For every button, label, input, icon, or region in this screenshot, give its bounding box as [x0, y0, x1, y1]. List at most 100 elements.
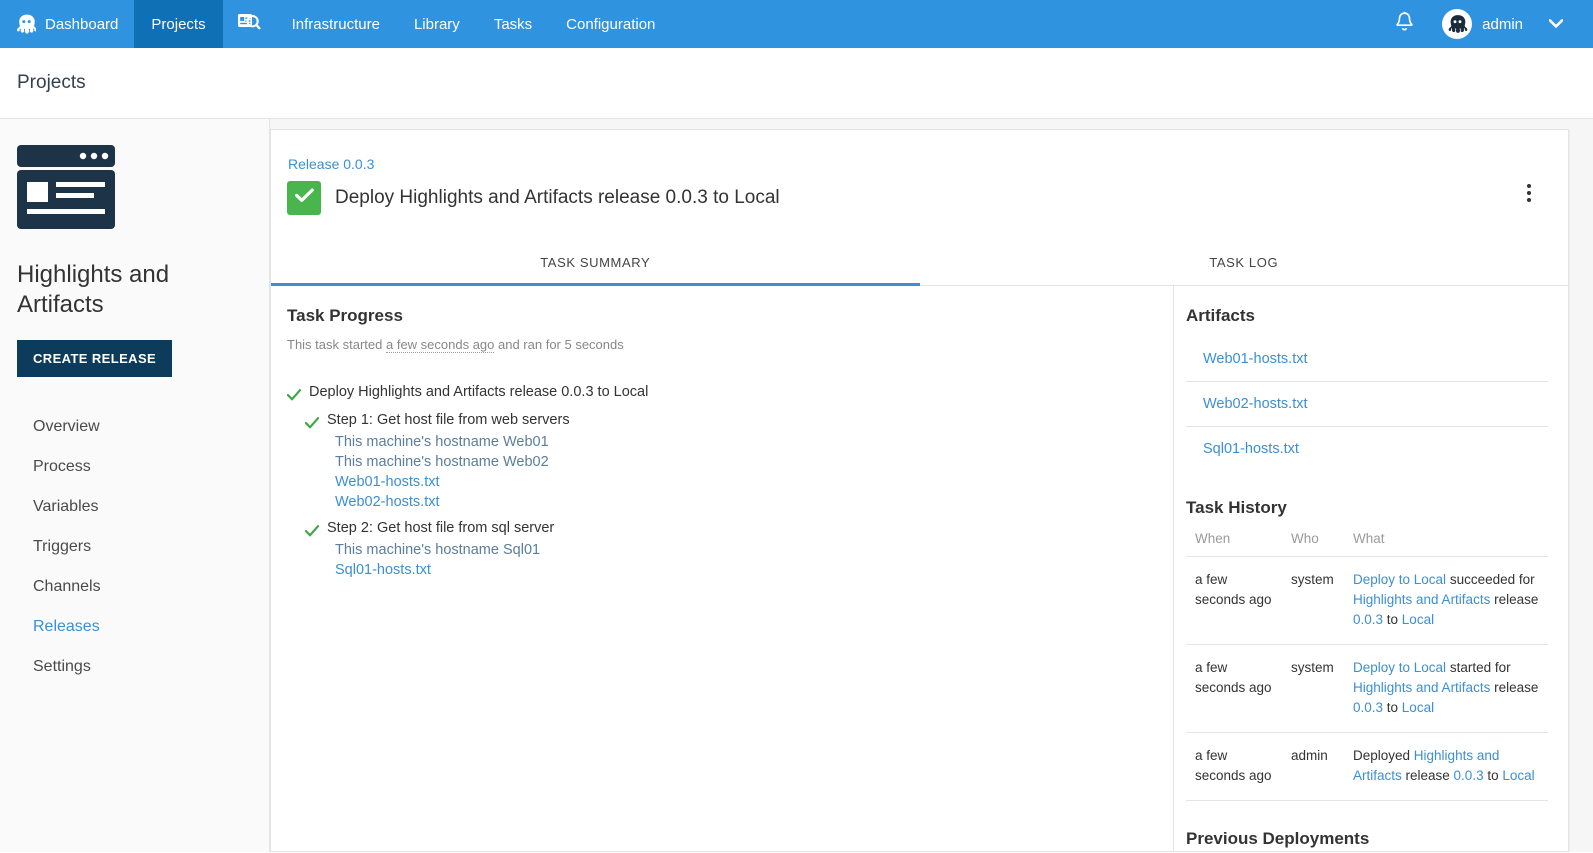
artifact-link-label[interactable]: Sql01-hosts.txt	[1203, 441, 1299, 457]
create-release-button[interactable]: CREATE RELEASE	[17, 340, 172, 377]
task-card: Release 0.0.3 Deploy Highlights and Arti…	[270, 129, 1569, 852]
task-panes: Task Progress This task started a few se…	[271, 286, 1568, 851]
nav-item-tasks[interactable]: Tasks	[477, 0, 549, 48]
previous-deployments-heading: Previous Deployments	[1186, 829, 1548, 849]
tab-task-summary[interactable]: TASK SUMMARY	[271, 241, 920, 285]
nav-item-dashboard[interactable]: Dashboard	[0, 0, 134, 48]
tree-row[interactable]: Deploy Highlights and Artifacts release …	[287, 381, 1153, 404]
sidebar-item-process[interactable]: Process	[17, 447, 269, 487]
artifact-inline-link[interactable]: Web01-hosts.txt	[335, 472, 1153, 492]
table-header-row: When Who What	[1186, 524, 1548, 557]
status-badge	[287, 181, 321, 215]
tree-row-label: Deploy Highlights and Artifacts release …	[309, 381, 648, 404]
avatar	[1442, 9, 1472, 39]
step-messages: This machine's hostname Web01 This machi…	[335, 432, 1153, 512]
history-text: to	[1383, 612, 1402, 627]
sidebar-item-triggers[interactable]: Triggers	[17, 527, 269, 567]
history-link[interactable]: Local	[1502, 768, 1534, 783]
task-progress-pane: Task Progress This task started a few se…	[271, 286, 1174, 851]
step-messages: This machine's hostname Sql01 Sql01-host…	[335, 540, 1153, 580]
table-row: a few seconds ago admin Deployed Highlig…	[1186, 733, 1548, 801]
check-icon	[305, 522, 319, 536]
notifications-button[interactable]	[1373, 11, 1436, 37]
task-started-relative[interactable]: a few seconds ago	[386, 337, 494, 353]
history-link[interactable]: Highlights and Artifacts	[1353, 592, 1490, 607]
column-header-who: Who	[1282, 524, 1344, 557]
project-name: Highlights and Artifacts	[17, 260, 207, 320]
artifacts-heading: Artifacts	[1186, 306, 1548, 326]
tree-row[interactable]: Step 1: Get host file from web servers	[305, 409, 1153, 432]
octopus-icon	[17, 14, 36, 35]
sidebar-item-settings[interactable]: Settings	[17, 647, 269, 687]
nav-item-dashboard-label: Dashboard	[45, 16, 118, 33]
sidebar-item-overview[interactable]: Overview	[17, 407, 269, 447]
history-text: release	[1402, 768, 1454, 783]
top-navigation-bar: Dashboard Projects Infrastructure Librar…	[0, 0, 1593, 48]
log-message: This machine's hostname Sql01	[335, 540, 1153, 560]
nav-item-library[interactable]: Library	[397, 0, 477, 48]
artifact-link-label[interactable]: Sql01-hosts.txt	[335, 562, 431, 578]
tab-task-log[interactable]: TASK LOG	[920, 241, 1569, 285]
history-text: succeeded for	[1446, 572, 1535, 587]
artifact-link-label[interactable]: Web02-hosts.txt	[335, 494, 440, 510]
project-window-icon	[17, 242, 115, 259]
column-header-when: When	[1186, 524, 1282, 557]
check-icon	[305, 414, 319, 428]
artifact-link-label[interactable]: Web01-hosts.txt	[335, 474, 440, 490]
history-link[interactable]: 0.0.3	[1454, 768, 1484, 783]
task-title-row: Deploy Highlights and Artifacts release …	[287, 181, 1514, 215]
cell-when: a few seconds ago	[1186, 733, 1282, 801]
cell-who: system	[1282, 645, 1344, 733]
sidebar-item-channels[interactable]: Channels	[17, 567, 269, 607]
history-link[interactable]: Local	[1402, 612, 1434, 627]
nav-item-tasks-label: Tasks	[494, 16, 532, 33]
success-check-icon	[295, 188, 314, 208]
cell-when: a few seconds ago	[1186, 645, 1282, 733]
main-content: Release 0.0.3 Deploy Highlights and Arti…	[270, 119, 1593, 852]
history-link[interactable]: Deploy to Local	[1353, 660, 1446, 675]
search-button[interactable]	[223, 0, 275, 48]
more-vertical-icon[interactable]	[1514, 176, 1544, 210]
cell-when: a few seconds ago	[1186, 557, 1282, 645]
artifact-link-label[interactable]: Web02-hosts.txt	[1203, 396, 1308, 412]
history-link[interactable]: 0.0.3	[1353, 700, 1383, 715]
user-menu[interactable]: admin	[1436, 9, 1529, 39]
nav-item-library-label: Library	[414, 16, 460, 33]
chevron-down-icon	[1549, 15, 1563, 33]
history-link[interactable]: 0.0.3	[1353, 612, 1383, 627]
nav-item-projects[interactable]: Projects	[134, 0, 222, 48]
list-item[interactable]: Web01-hosts.txt	[1186, 337, 1548, 382]
list-item[interactable]: Web02-hosts.txt	[1186, 382, 1548, 427]
task-history-heading: Task History	[1186, 498, 1548, 518]
history-link[interactable]: Highlights and Artifacts	[1353, 680, 1490, 695]
sidebar-item-releases[interactable]: Releases	[17, 607, 269, 647]
body-wrapper: Highlights and Artifacts CREATE RELEASE …	[0, 119, 1593, 852]
nav-item-configuration[interactable]: Configuration	[549, 0, 672, 48]
table-row: a few seconds ago system Deploy to Local…	[1186, 557, 1548, 645]
search-documents-icon	[237, 11, 261, 38]
task-tabs: TASK SUMMARY TASK LOG	[271, 241, 1568, 286]
artifact-inline-link[interactable]: Sql01-hosts.txt	[335, 560, 1153, 580]
project-sidebar: Highlights and Artifacts CREATE RELEASE …	[0, 119, 270, 852]
task-card-header: Release 0.0.3 Deploy Highlights and Arti…	[271, 130, 1568, 215]
breadcrumb: Projects	[0, 48, 1593, 119]
nav-item-infrastructure[interactable]: Infrastructure	[275, 0, 397, 48]
user-menu-toggle[interactable]	[1529, 15, 1579, 33]
history-link[interactable]: Deploy to Local	[1353, 572, 1446, 587]
sidebar-item-variables[interactable]: Variables	[17, 487, 269, 527]
nav-right-group: admin	[1373, 0, 1593, 48]
tree-row-label: Step 2: Get host file from sql server	[327, 517, 554, 540]
release-link[interactable]: Release 0.0.3	[288, 156, 374, 172]
artifacts-list: Web01-hosts.txt Web02-hosts.txt Sql01-ho…	[1186, 337, 1548, 471]
history-text: release	[1490, 680, 1538, 695]
column-header-what: What	[1344, 524, 1548, 557]
history-link[interactable]: Local	[1402, 700, 1434, 715]
history-text: to	[1383, 700, 1402, 715]
list-item[interactable]: Sql01-hosts.txt	[1186, 427, 1548, 471]
history-text: Deployed	[1353, 748, 1414, 763]
tree-row[interactable]: Step 2: Get host file from sql server	[305, 517, 1153, 540]
artifact-inline-link[interactable]: Web02-hosts.txt	[335, 492, 1153, 512]
tree-row-label: Step 1: Get host file from web servers	[327, 409, 570, 432]
history-text: started for	[1446, 660, 1511, 675]
artifact-link-label[interactable]: Web01-hosts.txt	[1203, 351, 1308, 367]
